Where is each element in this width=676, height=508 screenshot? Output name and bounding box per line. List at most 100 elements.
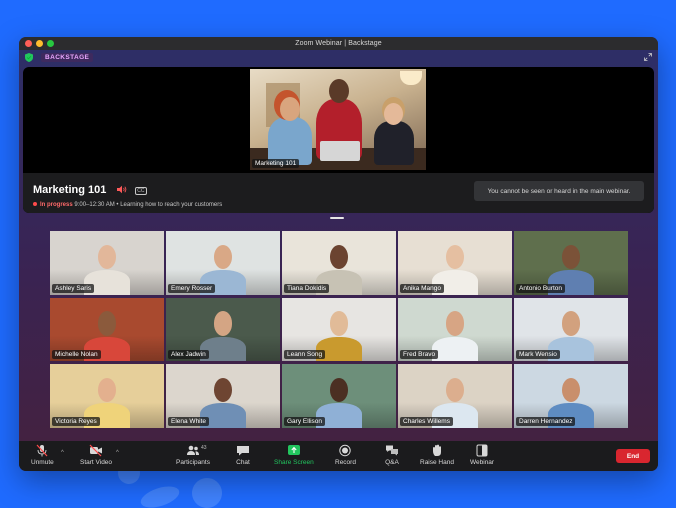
session-description: Learning how to reach your customers	[120, 202, 223, 208]
qa-button[interactable]: Q&A	[385, 444, 399, 466]
webinar-label: Webinar	[470, 459, 495, 466]
unmute-button[interactable]: Unmute	[31, 444, 54, 466]
chat-button[interactable]: Chat	[236, 444, 250, 466]
participant-face	[561, 377, 581, 403]
participant-tile[interactable]: Darren Hernandez	[514, 364, 628, 428]
session-title: Marketing 101	[33, 184, 107, 196]
presenter-right	[374, 103, 414, 165]
participant-face	[97, 311, 117, 336]
shield-icon	[25, 52, 33, 62]
participant-tile[interactable]: Mark Wensio	[514, 297, 628, 361]
presenter-left	[268, 97, 312, 165]
participant-tile[interactable]: Fred Bravo	[398, 297, 512, 361]
speaker-icon[interactable]	[116, 185, 127, 194]
start-video-label: Start Video	[80, 459, 113, 466]
close-window-button[interactable]	[25, 40, 32, 47]
participant-face	[213, 244, 233, 270]
participant-face	[445, 311, 465, 336]
participant-name-tag: Leann Song	[284, 350, 326, 359]
participant-name-tag: Charles Willems	[400, 416, 453, 426]
participant-tile[interactable]: Charles Willems	[398, 364, 512, 428]
maximize-window-button[interactable]	[47, 40, 54, 47]
participant-face	[97, 244, 117, 270]
participants-count: 43	[201, 445, 207, 451]
participant-tile[interactable]: Tiana Dokidis	[282, 231, 396, 295]
main-video-name-tag: Marketing 101	[252, 159, 300, 168]
participant-grid: Ashley Saris Emery Rosser Tiana Dokidis Ani…	[50, 231, 628, 428]
session-info-bar: Marketing 101 CC In progress 9:00–12:30 …	[23, 173, 654, 213]
expand-icon[interactable]	[644, 53, 652, 61]
unmute-label: Unmute	[31, 459, 54, 466]
raise-hand-label: Raise Hand	[420, 459, 454, 466]
participant-tile[interactable]: Gary Ellison	[282, 364, 396, 428]
participant-face	[445, 377, 465, 403]
main-stage: Marketing 101 Marketing 101 CC In progre…	[23, 67, 654, 213]
record-button[interactable]: Record	[335, 444, 356, 466]
participant-name-tag: Victoria Reyes	[52, 416, 100, 426]
session-time: 9:00–12:30 AM	[74, 202, 115, 208]
resize-handle[interactable]	[330, 217, 344, 219]
minimize-window-button[interactable]	[36, 40, 43, 47]
participant-face	[445, 244, 465, 270]
participant-body	[432, 336, 478, 361]
participant-face	[97, 377, 117, 403]
webinar-icon	[476, 444, 488, 457]
participant-face	[213, 311, 233, 336]
meeting-toolbar: Unmute ^ Start Video ^ 43 Participants C…	[19, 441, 658, 471]
decorative-blob	[186, 472, 228, 508]
start-video-button[interactable]: Start Video	[80, 444, 112, 466]
participants-button[interactable]: 43 Participants	[176, 444, 210, 466]
participant-tile[interactable]: Antonio Burton	[514, 231, 628, 295]
backstage-bar: BACKSTAGE	[19, 50, 658, 64]
live-dot-icon	[33, 202, 37, 206]
main-video[interactable]: Marketing 101	[250, 69, 426, 170]
closed-caption-icon[interactable]: CC	[135, 187, 147, 195]
participant-face	[329, 311, 349, 336]
title-bar: Zoom Webinar | Backstage	[19, 37, 658, 50]
participant-tile[interactable]: Alex Jadwin	[166, 297, 280, 361]
participant-name-tag: Gary Ellison	[284, 416, 326, 426]
participant-name-tag: Ashley Saris	[52, 283, 95, 293]
participant-name-tag: Emery Rosser	[168, 283, 216, 293]
participant-face	[213, 377, 233, 403]
participant-face	[329, 244, 349, 270]
chat-icon	[237, 446, 249, 456]
webinar-button[interactable]: Webinar	[470, 444, 494, 466]
backstage-notice: You cannot be seen or heard in the main …	[474, 181, 644, 201]
participant-name-tag: Darren Hernandez	[516, 416, 576, 426]
microphone-muted-icon	[36, 444, 48, 457]
qa-label: Q&A	[385, 459, 399, 466]
participant-tile[interactable]: Michelle Nolan	[50, 297, 164, 361]
participants-label: Participants	[176, 459, 210, 466]
end-button[interactable]: End	[616, 449, 650, 463]
participant-tile[interactable]: Ashley Saris	[50, 231, 164, 295]
participant-tile[interactable]: Emery Rosser	[166, 231, 280, 295]
session-status: In progress 9:00–12:30 AM • Learning how…	[33, 202, 644, 208]
participant-tile[interactable]: Victoria Reyes	[50, 364, 164, 428]
backstage-label: BACKSTAGE	[41, 52, 94, 62]
record-icon	[339, 444, 352, 457]
video-options-caret-icon[interactable]: ^	[116, 450, 119, 456]
status-text: In progress	[40, 202, 73, 208]
participant-name-tag: Mark Wensio	[516, 350, 560, 359]
chat-label: Chat	[236, 459, 250, 466]
participant-tile[interactable]: Leann Song	[282, 297, 396, 361]
video-off-icon	[89, 444, 103, 457]
participant-tile[interactable]: Elena White	[166, 364, 280, 428]
participant-name-tag: Fred Bravo	[400, 350, 439, 359]
background-lamp	[400, 71, 422, 85]
share-screen-icon	[287, 445, 300, 455]
participant-face	[561, 311, 581, 336]
participant-tile[interactable]: Anika Mango	[398, 231, 512, 295]
window-controls	[25, 40, 54, 47]
participant-name-tag: Tiana Dokidis	[284, 283, 330, 293]
audio-options-caret-icon[interactable]: ^	[61, 450, 64, 456]
decorative-blob	[138, 482, 182, 508]
zoom-window: Zoom Webinar | Backstage BACKSTAGE Marke…	[19, 37, 658, 471]
separator-dot: •	[116, 202, 119, 208]
raise-hand-icon	[432, 444, 441, 456]
raise-hand-button[interactable]: Raise Hand	[420, 444, 454, 466]
window-title: Zoom Webinar | Backstage	[295, 40, 382, 47]
share-screen-button[interactable]: Share Screen	[274, 444, 314, 466]
participants-icon	[186, 445, 199, 455]
